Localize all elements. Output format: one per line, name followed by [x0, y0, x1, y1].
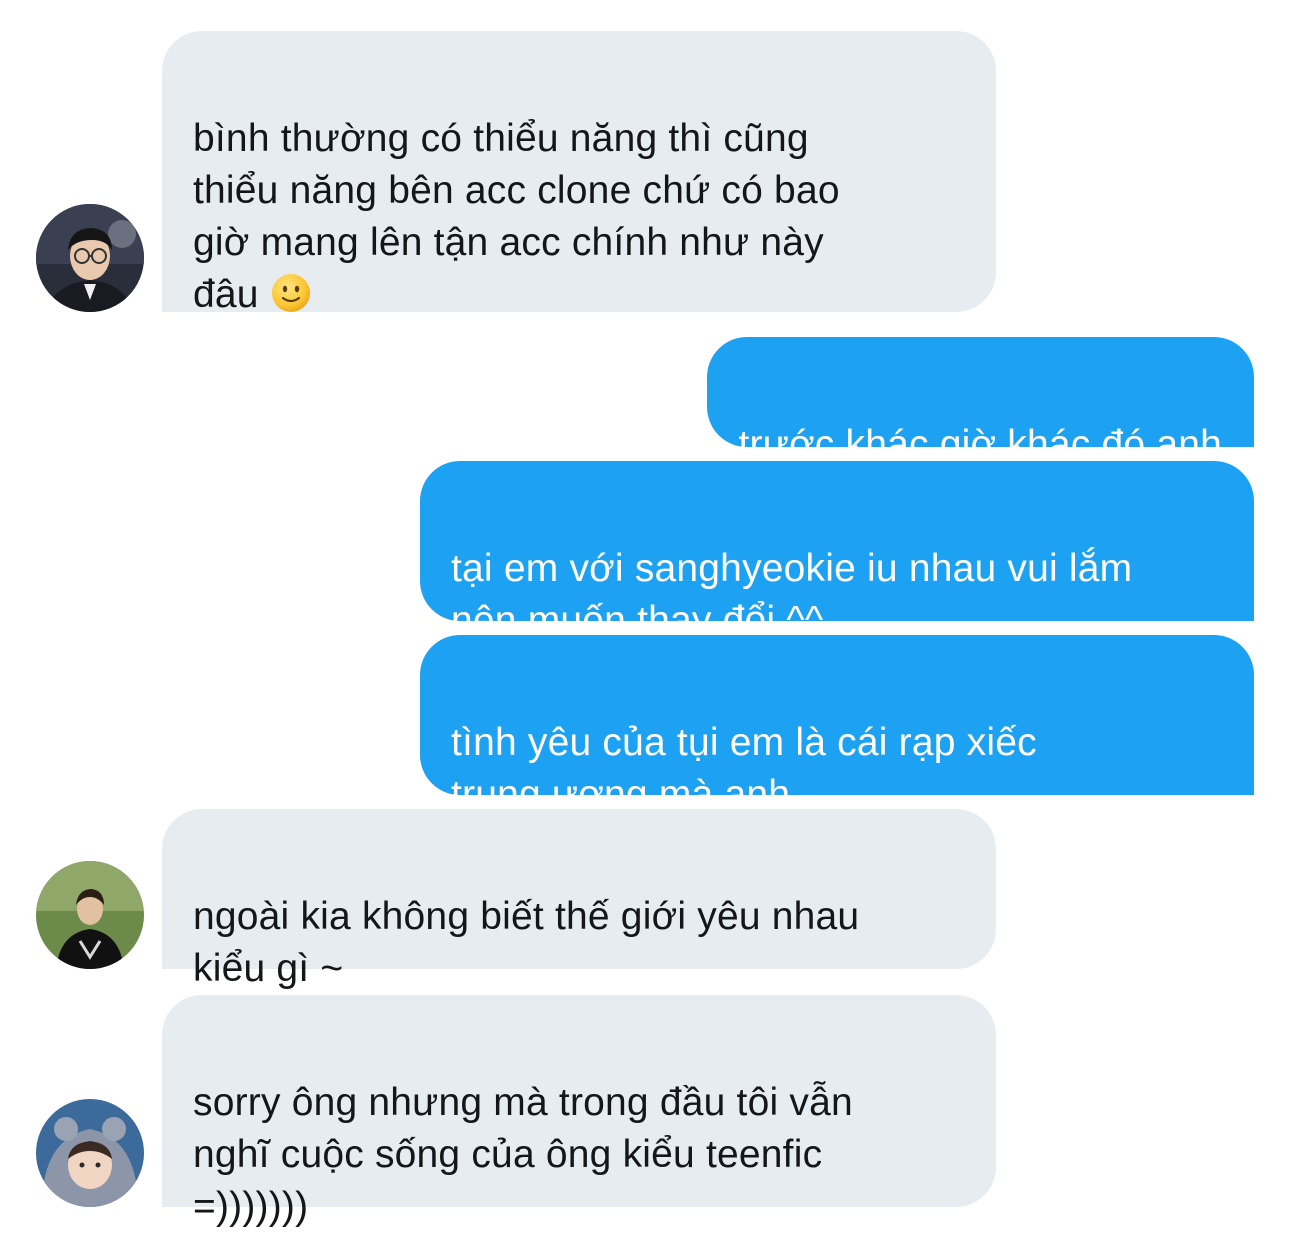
- dm-conversation[interactable]: bình thường có thiểu năng thì cũng thiểu…: [0, 0, 1290, 1228]
- message-text: trước khác giờ khác đó anh: [738, 423, 1222, 466]
- avatar[interactable]: [36, 1099, 144, 1207]
- message-text: tại em với sanghyeokie iu nhau vui lắm n…: [451, 547, 1133, 642]
- message-text: sorry ông nhưng mà trong đầu tôi vẫn ngh…: [193, 1081, 853, 1228]
- message-text: ngoài kia không biết thế giới yêu nhau k…: [193, 895, 860, 990]
- message-bubble-incoming[interactable]: bình thường có thiểu năng thì cũng thiểu…: [162, 31, 996, 316]
- slightly-smiling-face-icon: [271, 273, 311, 313]
- avatar[interactable]: [36, 861, 144, 969]
- message-bubble-outgoing[interactable]: tại em với sanghyeokie iu nhau vui lắm n…: [420, 461, 1254, 642]
- message-text: tình yêu của tụi em là cái rạp xiếc trun…: [451, 721, 1037, 816]
- message-bubble-outgoing[interactable]: tình yêu của tụi em là cái rạp xiếc trun…: [420, 635, 1254, 816]
- message-bubble-outgoing[interactable]: trước khác giờ khác đó anh: [707, 337, 1254, 466]
- avatar[interactable]: [36, 204, 144, 312]
- message-bubble-incoming[interactable]: sorry ông nhưng mà trong đầu tôi vẫn ngh…: [162, 995, 996, 1228]
- message-bubble-incoming[interactable]: ngoài kia không biết thế giới yêu nhau k…: [162, 809, 996, 990]
